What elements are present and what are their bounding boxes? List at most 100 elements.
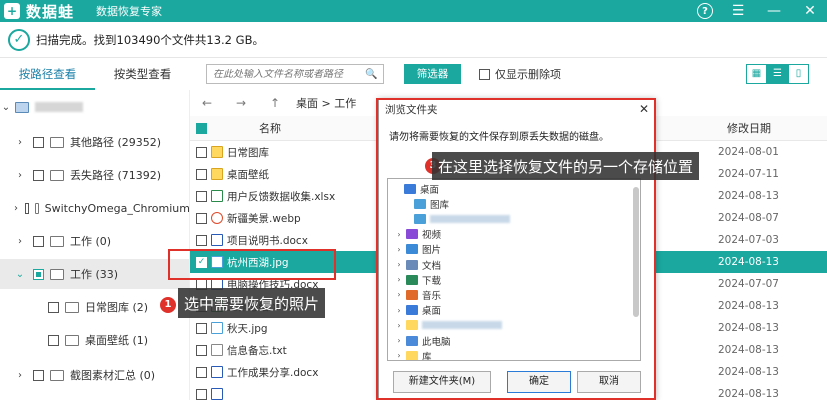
minimize-button[interactable]: — [763,1,785,21]
help-icon[interactable]: ? [697,3,713,19]
tree-item-work-empty[interactable]: › 工作 (0) [0,226,189,256]
tree-checkbox-partial[interactable] [33,268,44,280]
tree-item-screenshots[interactable]: › 截图素材汇总 (0) [0,360,189,390]
chevron-right-icon[interactable]: › [14,236,26,247]
file-checkbox[interactable] [196,168,207,180]
tree-checkbox[interactable] [48,334,59,346]
tree-item-work-selected[interactable]: ⌄ 工作 (33) [0,259,189,289]
column-name[interactable]: 名称 [259,120,281,136]
tree-checkbox[interactable] [33,169,44,181]
doc-file-icon [211,234,223,246]
app-name: 数据蛙 [26,2,75,21]
tree-checkbox[interactable] [48,301,59,313]
only-deleted-label: 仅显示删除项 [495,68,561,81]
file-date: 2024-08-13 [717,190,779,202]
scan-status-text: 扫描完成。找到103490个文件共13.2 GB。 [36,32,264,47]
file-date: 2024-08-13 [717,344,779,356]
folder-icon [50,235,64,247]
column-date[interactable]: 修改日期 [727,120,771,136]
tab-by-path[interactable]: 按路径查看 [0,58,95,90]
tree-checkbox[interactable] [33,235,44,247]
file-checkbox[interactable] [196,344,207,356]
file-date: 2024-08-13 [717,388,779,400]
tab-by-type[interactable]: 按类型查看 [95,58,190,90]
breadcrumb[interactable]: 桌面 > 工作 [296,95,356,111]
file-name: 日常图库 [227,146,269,159]
search-icon[interactable]: 🔍 [365,69,377,80]
file-checkbox[interactable] [196,366,207,378]
only-deleted-toggle[interactable]: 仅显示删除项 [479,66,561,82]
tree-item-lost-paths[interactable]: › 丢失路径 (71392) [0,160,189,190]
select-all-checkbox[interactable] [196,122,207,134]
file-checkbox[interactable] [196,388,207,400]
forward-arrow-icon[interactable]: → [224,96,258,110]
folder-icon [50,136,64,148]
check-circle-icon: ✓ [8,28,30,51]
folder-file-icon [211,168,223,180]
tree-item-desktop-wallpaper[interactable]: 桌面壁纸 (1) [0,325,189,355]
doc-file-icon [211,366,223,378]
tree-item-label: SwitchyOmega_Chromium [44,201,190,215]
app-logo-icon: + [4,3,20,19]
file-name: 新疆美景.webp [227,212,301,225]
search-box[interactable]: 🔍 [206,64,384,84]
file-name: 信息备忘.txt [227,344,287,357]
folder-icon [50,169,64,181]
only-deleted-checkbox[interactable] [479,68,490,80]
toolbar: 🔍 筛选器 仅显示删除项 ▦ ☰ ▯ [190,58,827,90]
search-input[interactable] [213,68,363,80]
file-checkbox[interactable] [196,190,207,202]
file-name: 秋天.jpg [227,322,268,335]
selected-file-highlight [168,249,336,280]
filter-button[interactable]: 筛选器 [404,64,461,84]
file-date: 2024-08-01 [717,146,779,158]
close-button[interactable]: ✕ [799,1,821,21]
tree-checkbox[interactable] [33,369,44,381]
back-arrow-icon[interactable]: ← [190,96,224,110]
tree-item-label: 丢失路径 (71392) [70,169,162,182]
chevron-down-icon[interactable]: ⌄ [14,269,26,280]
app-subtitle: 数据恢复专家 [96,5,163,18]
chevron-right-icon[interactable]: › [14,370,26,381]
chevron-right-icon[interactable]: › [14,137,26,148]
up-arrow-icon[interactable]: ↑ [258,96,292,110]
chevron-right-icon[interactable]: › [14,170,26,181]
file-checkbox[interactable] [196,234,207,246]
view-mode-buttons: ▦ ☰ ▯ [746,64,809,84]
file-checkbox[interactable] [196,212,207,224]
file-date: 2024-08-13 [717,366,779,378]
tree-checkbox[interactable] [25,202,29,214]
tree-item-label: 截图素材汇总 (0) [70,369,156,382]
file-checkbox[interactable] [196,146,207,158]
grid-view-icon[interactable]: ▦ [746,64,767,84]
txt-file-icon [211,344,223,356]
tree-checkbox[interactable] [33,136,44,148]
step-1-tip: 选中需要恢复的照片 [178,288,326,318]
file-checkbox[interactable] [196,322,207,334]
preview-view-icon[interactable]: ▯ [788,64,809,84]
xls-file-icon [211,190,223,202]
folder-file-icon [211,146,223,158]
doc-file-icon [211,388,223,400]
scan-status-bar: ✓ 扫描完成。找到103490个文件共13.2 GB。 [0,22,827,58]
menu-icon[interactable]: ☰ [727,1,749,21]
file-date: 2024-08-07 [717,212,779,224]
tree-item-other-paths[interactable]: › 其他路径 (29352) [0,127,189,157]
folder-icon [50,369,64,381]
dialog-highlight [376,98,656,400]
list-view-icon[interactable]: ☰ [767,64,788,84]
step-1-badge: 1 [160,297,176,313]
tree-item-label: 其他路径 (29352) [70,136,162,149]
tree-item-label: 工作 (33) [70,268,119,281]
drive-icon [15,101,29,113]
step-3-tip: 在这里选择恢复文件的另一个存储位置 [432,152,700,180]
tree-item-root[interactable]: ⌄ [0,92,189,122]
img-file-icon [211,322,223,334]
chevron-down-icon[interactable]: ⌄ [0,102,12,113]
chevron-right-icon[interactable]: › [14,203,18,214]
tree-item-switchyomega[interactable]: › SwitchyOmega_Chromium [0,193,190,223]
file-name: 桌面壁纸 [227,168,269,181]
file-name: 工作成果分享.docx [227,366,319,379]
blurred-label [35,102,83,112]
folder-icon [65,334,79,346]
